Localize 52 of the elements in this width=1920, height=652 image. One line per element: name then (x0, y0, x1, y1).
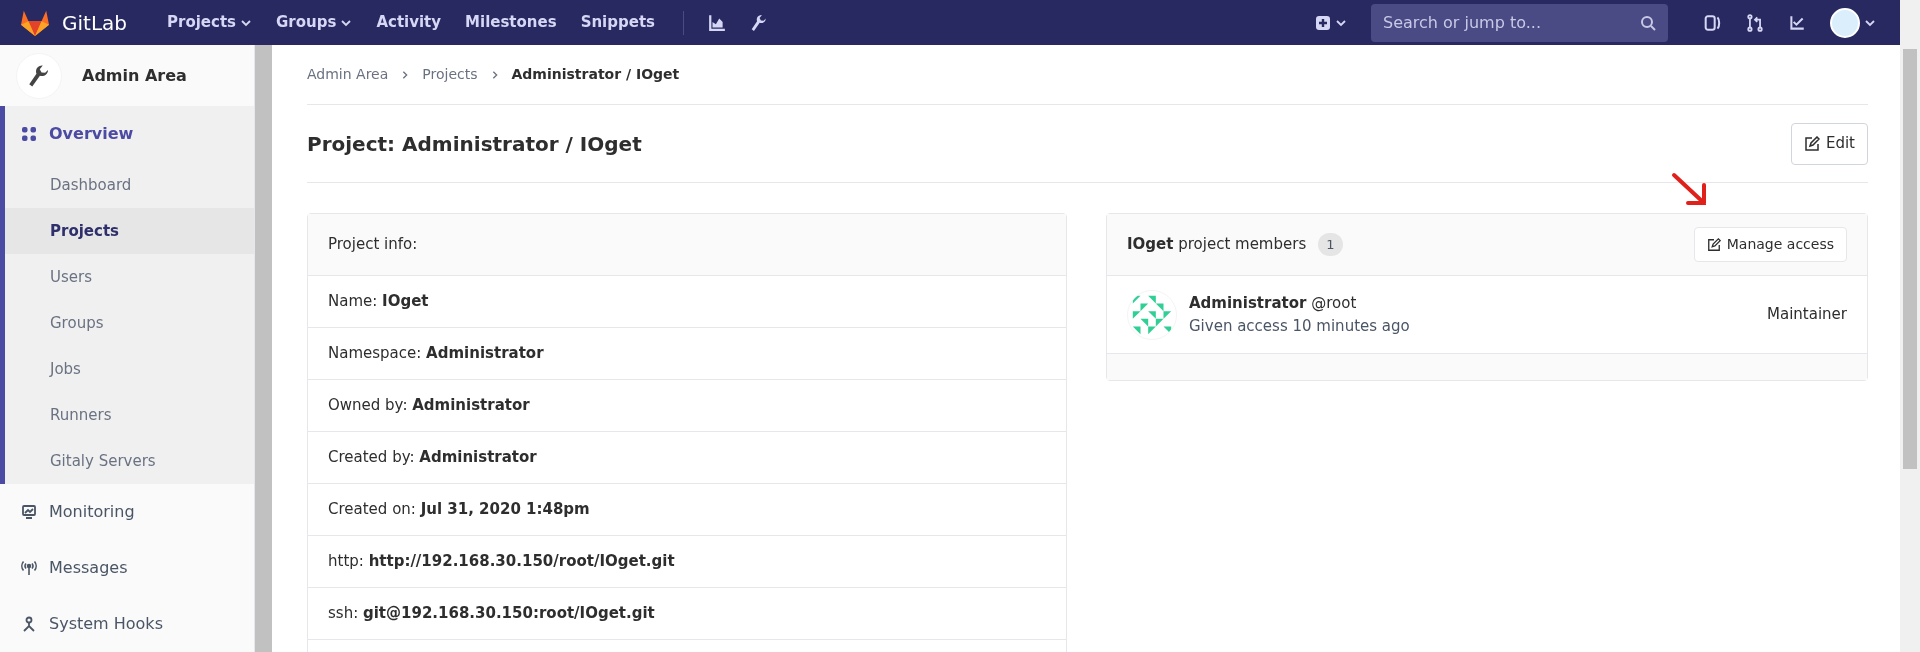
sidebar-subitem[interactable]: Users (5, 254, 254, 300)
info-row-text: Owned by: Administrator (328, 395, 530, 417)
info-row-text: Namespace: Administrator (328, 343, 544, 365)
monitor-icon (21, 504, 37, 520)
info-row-text: Created on: Jul 31, 2020 1:48pm (328, 499, 590, 521)
search-field[interactable]: Search or jump to... (1371, 3, 1668, 42)
new-item-button[interactable] (1315, 14, 1347, 31)
count-badge: 1 (1318, 232, 1343, 257)
nav-link[interactable]: Milestones (453, 11, 569, 34)
user-menu-button[interactable] (1830, 7, 1876, 38)
breadcrumb-link[interactable]: Projects (422, 64, 478, 85)
sidebar-subitem[interactable]: Dashboard (5, 162, 254, 208)
grid-icon (21, 126, 37, 142)
page-title: Project: Administrator / IOget (307, 130, 642, 158)
edit-button[interactable]: Edit (1790, 122, 1868, 165)
wrench-icon[interactable] (750, 13, 768, 32)
search-icon (1640, 14, 1656, 31)
nav-link[interactable]: Groups (264, 11, 365, 34)
nav-link[interactable]: Snippets (568, 11, 667, 34)
info-row-text: Created by: Administrator (328, 447, 537, 469)
sidebar-item[interactable]: Overview (5, 106, 254, 162)
plus-square-icon (1315, 14, 1331, 31)
member-role: Maintainer (1767, 304, 1847, 326)
sidebar-subitem[interactable]: Jobs (5, 346, 254, 392)
card-title: Project info: (328, 234, 418, 256)
avatar-pattern-icon (1127, 289, 1177, 340)
merge-request-icon[interactable] (1746, 13, 1764, 32)
sidebar-title: Admin Area (82, 64, 187, 87)
chart-icon[interactable] (708, 13, 726, 32)
info-row-text: ssh: git@192.168.30.150:root/IOget.git (328, 603, 655, 625)
nav-link[interactable]: Activity (364, 11, 454, 34)
sidebar-item[interactable]: Monitoring (0, 484, 254, 540)
sidebar-subitem[interactable]: Groups (5, 300, 254, 346)
wrench-icon (27, 63, 51, 88)
sidebar-subitem[interactable]: Runners (5, 392, 254, 438)
todo-check-icon[interactable] (1788, 13, 1806, 32)
nav-link[interactable]: Projects (155, 11, 264, 34)
user-avatar (1830, 7, 1860, 38)
manage-access-button[interactable]: Manage access (1693, 227, 1847, 262)
info-row-text: http: http://192.168.30.150/root/IOget.git (328, 551, 675, 573)
sidebar-item[interactable]: System Hooks (0, 596, 254, 652)
breadcrumb-link[interactable]: Administrator / IOget (511, 64, 680, 85)
broadcast-icon (21, 560, 37, 576)
sidebar-subitem[interactable]: Projects (5, 208, 254, 254)
sidebar-item[interactable]: Messages (0, 540, 254, 596)
brand-name[interactable]: GitLab (62, 7, 127, 38)
member-name[interactable]: Administrator @root (1189, 292, 1756, 315)
info-row-text: Name: IOget (328, 291, 429, 313)
card-title: IOget project members (1127, 234, 1307, 256)
breadcrumb-link[interactable]: Admin Area (307, 64, 389, 85)
sidebar-subitem[interactable]: Gitaly Servers (5, 438, 254, 484)
access-time: Given access 10 minutes ago (1189, 315, 1411, 337)
